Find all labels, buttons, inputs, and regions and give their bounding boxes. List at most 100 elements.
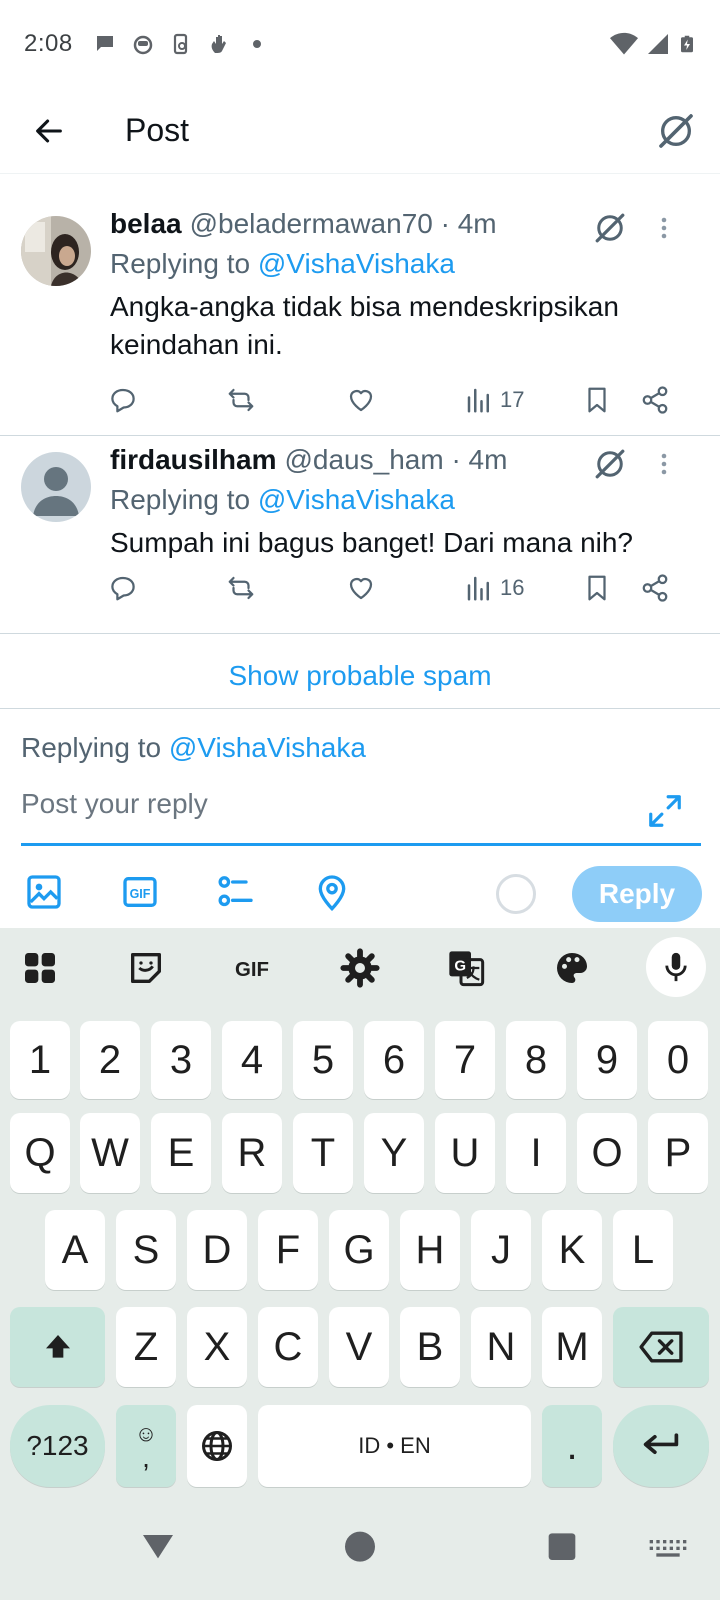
like-action[interactable] <box>346 566 376 610</box>
voice-input-button[interactable] <box>646 937 706 997</box>
shift-key[interactable] <box>10 1307 105 1387</box>
key-1[interactable]: 1 <box>10 1021 70 1099</box>
key-a[interactable]: A <box>45 1210 105 1290</box>
key-v[interactable]: V <box>329 1307 389 1387</box>
key-4[interactable]: 4 <box>222 1021 282 1099</box>
more-options-button[interactable] <box>646 210 682 246</box>
key-l[interactable]: L <box>613 1210 673 1290</box>
key-r[interactable]: R <box>222 1113 282 1193</box>
key-2[interactable]: 2 <box>80 1021 140 1099</box>
reply-icon <box>111 388 135 413</box>
share-action[interactable] <box>640 566 670 610</box>
key-q[interactable]: Q <box>10 1113 70 1193</box>
key-n[interactable]: N <box>471 1307 531 1387</box>
grok-icon[interactable] <box>592 446 628 482</box>
more-options-button[interactable] <box>646 446 682 482</box>
tweet-reply[interactable]: belaa @beladermawan70 · 4m Replying to @… <box>0 190 720 436</box>
key-j[interactable]: J <box>471 1210 531 1290</box>
repost-action[interactable] <box>226 566 256 610</box>
key-7[interactable]: 7 <box>435 1021 495 1099</box>
mention-link[interactable]: @VishaVishaka <box>258 484 455 515</box>
share-action[interactable] <box>640 378 670 422</box>
backspace-icon <box>639 1331 683 1363</box>
reply-action[interactable] <box>108 566 138 610</box>
key-m[interactable]: M <box>542 1307 602 1387</box>
key-3[interactable]: 3 <box>151 1021 211 1099</box>
grok-icon[interactable] <box>592 210 628 246</box>
reply-action[interactable] <box>108 378 138 422</box>
heart-icon <box>349 577 373 600</box>
bookmark-action[interactable] <box>582 378 612 422</box>
grok-button[interactable] <box>654 109 698 153</box>
symbols-key[interactable]: ?123 <box>10 1405 105 1487</box>
location-icon[interactable] <box>312 872 352 912</box>
key-u[interactable]: U <box>435 1113 495 1193</box>
translate-icon[interactable]: G <box>446 948 486 988</box>
key-c[interactable]: C <box>258 1307 318 1387</box>
palette-icon[interactable] <box>552 948 592 988</box>
show-probable-spam-link[interactable]: Show probable spam <box>0 660 720 692</box>
avatar[interactable] <box>21 216 91 286</box>
home-circle-icon[interactable] <box>340 1525 380 1565</box>
replying-to: Replying to @VishaVishaka <box>110 248 455 280</box>
key-9[interactable]: 9 <box>577 1021 637 1099</box>
key-i[interactable]: I <box>506 1113 566 1193</box>
back-triangle-icon[interactable] <box>138 1525 178 1565</box>
key-s[interactable]: S <box>116 1210 176 1290</box>
backspace-key[interactable] <box>613 1307 709 1387</box>
key-e[interactable]: E <box>151 1113 211 1193</box>
key-k[interactable]: K <box>542 1210 602 1290</box>
avatar[interactable] <box>21 452 91 522</box>
key-w[interactable]: W <box>80 1113 140 1193</box>
mention-link[interactable]: @VishaVishaka <box>169 732 366 763</box>
views-count: 17 <box>500 387 525 412</box>
bookmark-action[interactable] <box>582 566 612 610</box>
key-5[interactable]: 5 <box>293 1021 353 1099</box>
emoji-comma-key[interactable]: ☺ , <box>116 1405 176 1487</box>
like-action[interactable] <box>346 378 376 422</box>
repost-icon <box>228 576 254 600</box>
key-z[interactable]: Z <box>116 1307 176 1387</box>
enter-key[interactable] <box>613 1405 709 1487</box>
image-icon[interactable] <box>24 872 64 912</box>
expand-icon[interactable] <box>646 792 684 830</box>
key-8[interactable]: 8 <box>506 1021 566 1099</box>
key-0[interactable]: 0 <box>648 1021 708 1099</box>
back-button[interactable] <box>25 107 73 155</box>
key-6[interactable]: 6 <box>364 1021 424 1099</box>
language-switch-key[interactable] <box>187 1405 247 1487</box>
replying-prefix: Replying to <box>110 484 258 515</box>
key-b[interactable]: B <box>400 1307 460 1387</box>
poll-icon[interactable] <box>216 872 256 912</box>
key-y[interactable]: Y <box>364 1113 424 1193</box>
author-name[interactable]: belaa <box>110 208 182 240</box>
sticker-icon[interactable] <box>126 948 166 988</box>
period-key[interactable]: . <box>542 1405 602 1487</box>
views-action[interactable]: 17 <box>464 378 524 422</box>
reply-input[interactable] <box>21 780 701 828</box>
reply-button[interactable]: Reply <box>572 866 702 922</box>
shift-icon <box>45 1335 70 1358</box>
keyboard-switch-icon[interactable] <box>648 1525 688 1565</box>
key-h[interactable]: H <box>400 1210 460 1290</box>
views-action[interactable]: 16 <box>464 566 524 610</box>
mention-link[interactable]: @VishaVishaka <box>258 248 455 279</box>
key-d[interactable]: D <box>187 1210 247 1290</box>
default-avatar-icon <box>21 452 91 522</box>
key-f[interactable]: F <box>258 1210 318 1290</box>
apps-grid-icon[interactable] <box>20 948 60 988</box>
settings-icon[interactable] <box>340 948 380 988</box>
gif-icon[interactable]: GIF <box>120 872 160 912</box>
tweet-reply[interactable]: firdausilham @daus_ham · 4m Replying to … <box>0 436 720 634</box>
key-t[interactable]: T <box>293 1113 353 1193</box>
space-key[interactable]: ID • EN <box>258 1405 531 1487</box>
repost-action[interactable] <box>226 378 256 422</box>
key-o[interactable]: O <box>577 1113 637 1193</box>
views-chart-icon <box>467 576 489 601</box>
key-x[interactable]: X <box>187 1307 247 1387</box>
author-name[interactable]: firdausilham <box>110 444 276 476</box>
recents-square-icon[interactable] <box>542 1525 582 1565</box>
key-p[interactable]: P <box>648 1113 708 1193</box>
key-g[interactable]: G <box>329 1210 389 1290</box>
gif-icon[interactable]: GIF <box>230 948 274 988</box>
